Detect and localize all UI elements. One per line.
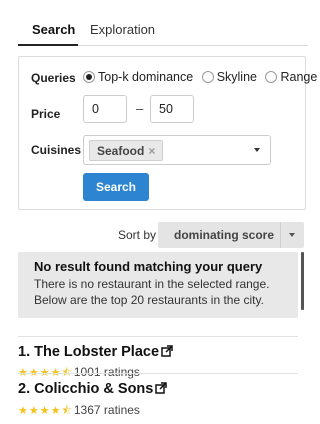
radio-selected-icon [83, 70, 95, 83]
sort-by-label: Sort by [118, 228, 157, 242]
radio-skyline[interactable]: Skyline [201, 69, 257, 84]
search-form-panel: Queries Top-k dominance Skyline Range Pr… [18, 56, 317, 210]
chevron-down-icon [289, 233, 295, 237]
notice-title: No result found matching your query [34, 259, 263, 274]
chevron-down-icon[interactable] [254, 148, 260, 152]
search-button[interactable]: Search [83, 173, 149, 201]
star-rating-icon: ★★★★⯪ [18, 405, 73, 417]
rating-row: ★★★★⯪1367 ratines [18, 402, 140, 421]
price-range-separator: – [136, 101, 144, 116]
radio-top-k-dominance[interactable]: Top-k dominance [83, 70, 193, 84]
external-link-icon[interactable] [155, 382, 168, 394]
radio-label-skyline: Skyline [216, 69, 257, 84]
result-name[interactable]: 2. Colicchio & Sons [18, 381, 153, 397]
price-min-input[interactable] [83, 95, 127, 123]
radio-unselected-icon [265, 70, 278, 83]
external-link-icon[interactable] [161, 345, 173, 357]
price-max-input[interactable] [150, 95, 194, 123]
remove-tag-icon[interactable]: × [148, 144, 155, 158]
ratings-count: 1001 ratings [73, 365, 140, 379]
divider [18, 336, 298, 337]
sort-row: Sort by dominating score [0, 222, 310, 248]
no-result-notice: No result found matching your query Ther… [18, 252, 298, 318]
result-title[interactable]: 1. The Lobster Place [18, 344, 173, 360]
cuisine-tag-seafood: Seafood × [89, 140, 164, 161]
queries-label: Queries [31, 71, 76, 85]
radio-label-top-k: Top-k dominance [98, 69, 194, 84]
cuisine-tag-label: Seafood [97, 144, 145, 158]
cuisines-multiselect[interactable]: Seafood × [83, 135, 271, 165]
sort-by-value: dominating score [174, 228, 275, 242]
select-divider [280, 222, 281, 248]
cuisines-label: Cuisines [31, 143, 82, 157]
radio-unselected-icon [201, 70, 214, 83]
price-label: Price [31, 107, 61, 121]
result-name[interactable]: 1. The Lobster Place [18, 344, 159, 360]
notice-message: There is no restaurant in the selected r… [34, 277, 270, 307]
radio-range[interactable]: Range [265, 70, 317, 84]
sort-by-select[interactable]: dominating score [158, 222, 304, 248]
result-title[interactable]: 2. Colicchio & Sons [18, 381, 168, 397]
tab-search[interactable]: Search [32, 22, 75, 37]
ratings-count: 1367 ratines [73, 403, 140, 417]
tab-bar: Search Exploration [18, 14, 308, 46]
divider [18, 373, 298, 374]
scrollbar[interactable] [301, 252, 304, 310]
radio-label-range: Range [280, 69, 318, 84]
tab-exploration[interactable]: Exploration [90, 22, 155, 37]
query-type-radio-group: Top-k dominance Skyline Range [83, 69, 320, 84]
active-tab-indicator [18, 44, 78, 46]
